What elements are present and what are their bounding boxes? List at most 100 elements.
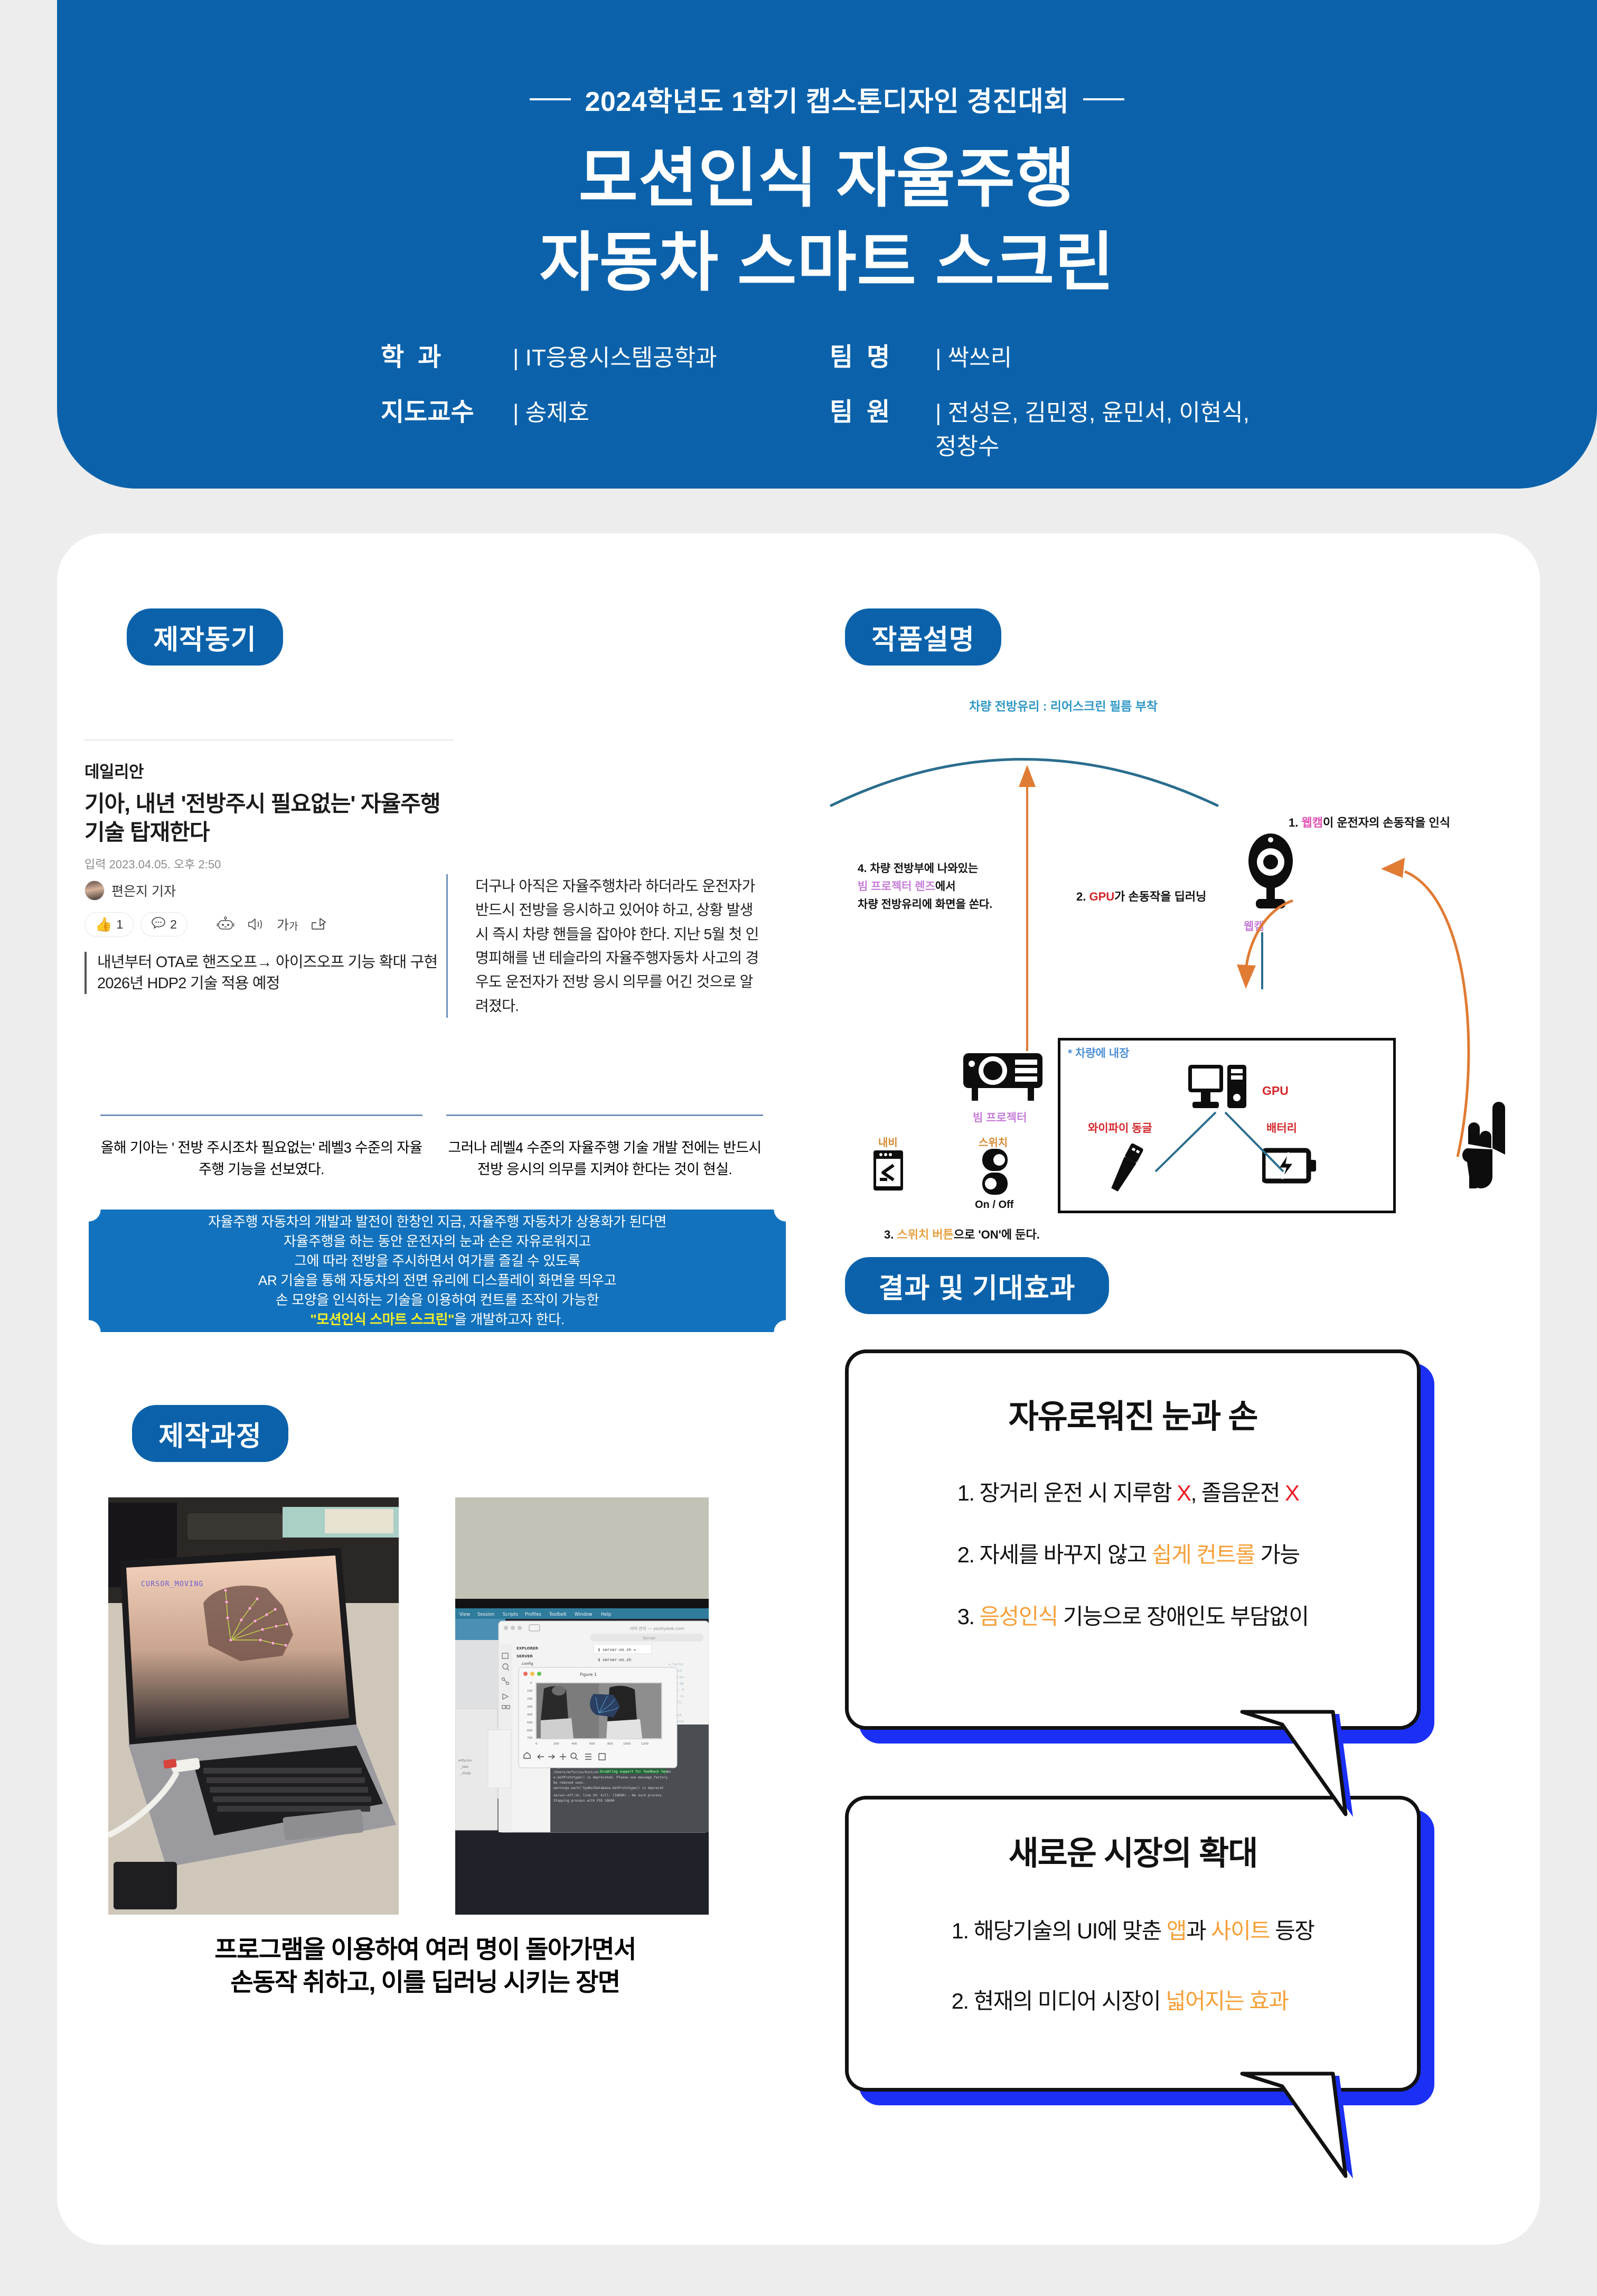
toggle-switch-icon: [978, 1147, 1012, 1198]
bubble-2-item-2-a: 현재의 미디어 시장이: [973, 1989, 1166, 2013]
svg-text:600: 600: [527, 1729, 533, 1732]
svg-text:500: 500: [527, 1721, 533, 1725]
diagram-step4-line1: 4. 차량 전방부에 나와있는: [858, 863, 979, 875]
svg-text:.config: .config: [521, 1662, 533, 1666]
bubble-1-item-1-mark: X: [1177, 1480, 1191, 1505]
share-icon[interactable]: [311, 917, 327, 932]
result-bubble-eyes-hands: 자유로워진 눈과 손 1. 장거리 운전 시 지루함 X, 졸음운전 X 2. …: [845, 1350, 1434, 1817]
diagram-step2-num: 2.: [1076, 890, 1086, 903]
beam-projector-icon: [960, 1047, 1050, 1108]
svg-text:800: 800: [607, 1742, 613, 1746]
bubble-1-title: 자유로워진 눈과 손: [1008, 1399, 1258, 1435]
news-timestamp: 입력 2023.04.05. 오후 2:50: [84, 857, 221, 871]
eyebrow-text: 2024학년도 1학기 캡스톤디자인 경진대회: [585, 87, 1069, 117]
svg-text:warnings.warn('SymbolDatabase.: warnings.warn('SymbolDatabase.GetPrototy…: [553, 1786, 664, 1790]
avatar: [84, 880, 105, 901]
eyebrow-rule-right: [1083, 98, 1124, 100]
title-line-2: 자동차 스마트 스크린: [539, 226, 1115, 298]
section-pill-description: 작품설명: [845, 608, 1001, 666]
svg-text:Profiles: Profiles: [525, 1612, 541, 1617]
process-photo-laptop: CURSOR_MOVING: [108, 1497, 399, 1915]
poster-title: 모션인식 자율주행 자동차 스마트 스크린: [57, 137, 1597, 304]
speaker-icon[interactable]: [247, 917, 264, 932]
process-caption-line-1: 프로그램을 이용하여 여러 명이 돌아가면서: [214, 1935, 636, 1963]
svg-text:400: 400: [571, 1742, 577, 1746]
bubble-1-item-3-hl: 음성인식: [979, 1604, 1059, 1629]
diagram-step2-text: 2. GPU가 손동작을 딥러닝: [1076, 887, 1206, 904]
bubble-2-item-1-b: 과: [1186, 1918, 1211, 1943]
comment-button[interactable]: 2: [140, 912, 187, 936]
bubble-1-item-1-num: 1.: [957, 1480, 980, 1505]
motivation-bottom-left: 올해 기아는 ' 전방 주시조차 필요없는' 레벨3 수준의 자율주행 기능을 …: [100, 1114, 422, 1180]
navigation-device-icon: [872, 1149, 904, 1194]
svg-text:_labs: _labs: [460, 1765, 468, 1769]
like-count: 1: [116, 917, 124, 931]
banner-product-name: "모션인식 스마트 스크린": [310, 1311, 455, 1327]
svg-text:$ server-on.sh ✕: $ server-on.sh ✕: [598, 1647, 636, 1652]
bubble-2-item-2-hl: 넓어지는 효과: [1166, 1989, 1289, 2013]
bubble-1-item-1: 1. 장거리 운전 시 지루함 X, 졸음운전 X: [957, 1475, 1309, 1507]
svg-text:1200: 1200: [641, 1742, 649, 1746]
svg-text:400: 400: [527, 1713, 533, 1717]
bubble-1-item-3: 3. 음성인식 기능으로 장애인도 부담없이: [957, 1599, 1309, 1631]
diagram-step4-line2: 빔 프로젝터 렌즈에서: [858, 880, 956, 893]
news-summary-quote: 내년부터 OTA로 핸즈오프→ 아이즈오프 기능 확대 구현 2026년 HDP…: [84, 951, 454, 994]
bubble-2-content: 새로운 시장의 확대 1. 해당기술의 UI에 맞춘 앱과 사이트 등장 2. …: [845, 1796, 1421, 2092]
poster-header: 2024학년도 1학기 캡스톤디자인 경진대회 모션인식 자율주행 자동차 스마…: [57, 0, 1597, 489]
banner-line-2: 자율주행을 하는 동안 운전자의 눈과 손은 자유로워지고: [284, 1233, 591, 1250]
diagram-step1-num: 1.: [1289, 816, 1299, 829]
banner-line-5: 손 모양을 인식하는 기술을 이용하여 컨트롤 조작이 가능한: [275, 1291, 599, 1308]
news-author-name: 편은지 기자: [111, 884, 176, 899]
news-author-row: 편은지 기자: [84, 880, 454, 901]
bubble-2-item-1-a: 해당기술의 UI에 맞춘: [973, 1918, 1167, 1943]
robot-icon[interactable]: [217, 916, 234, 932]
svg-text:server-eff.sh: line 39: kill:: server-eff.sh: line 39: kill: (18690) - …: [553, 1794, 662, 1797]
news-clipping: 데일리안 기아, 내년 '전방주시 필요없는' 자율주행 기술 탑재한다 입력 …: [84, 739, 454, 994]
diagram-step3-rest: 으로 'ON'에 둔다.: [953, 1228, 1040, 1241]
news-brand: 데일리안: [84, 763, 144, 781]
bubble-1-item-1-a: 장거리 운전 시 지루함: [979, 1480, 1177, 1505]
news-quote-line-2: 2026년 HDP2 기술 적용 예정: [97, 974, 280, 992]
svg-text:View: View: [459, 1612, 470, 1617]
meta-value-members: 전성은, 김민정, 윤민서, 이현식, 정창수: [935, 391, 1273, 461]
bubble-2-item-2-num: 2.: [951, 1989, 974, 2013]
svg-text:0: 0: [530, 1682, 532, 1685]
font-size-icon[interactable]: 가가: [277, 915, 298, 934]
diagram-label-switch-onoff: On / Off: [975, 1199, 1014, 1211]
bubble-2-item-1-hl2: 사이트: [1211, 1918, 1271, 1943]
svg-text:$ server-on.sh: $ server-on.sh: [598, 1657, 631, 1662]
svg-text:Help: Help: [601, 1612, 611, 1617]
bubble-1-item-1-mark2: X: [1284, 1480, 1300, 1505]
svg-text:be removed soon.: be removed soon.: [553, 1781, 585, 1785]
svg-text:CURSOR_MOVING: CURSOR_MOVING: [141, 1580, 204, 1588]
svg-text:Session: Session: [477, 1612, 494, 1617]
svg-text:SERVER: SERVER: [516, 1654, 533, 1658]
header-meta: 학과 IT응용시스템공학과 팀명 싹쓰리 지도교수 송제호 팀원 전성은, 김민…: [381, 336, 1273, 461]
bubble-2-list: 1. 해당기술의 UI에 맞춘 앱과 사이트 등장 2. 현재의 미디어 시장이…: [951, 1913, 1315, 2016]
diagram-step3-num: 3.: [884, 1228, 894, 1241]
svg-text:Stopping process with PID 1869: Stopping process with PID 18690: [553, 1799, 615, 1803]
header-eyebrow: 2024학년도 1학기 캡스톤디자인 경진대회: [57, 79, 1597, 119]
diagram-label-gpu: GPU: [1262, 1084, 1289, 1098]
bubble-1-item-2: 2. 자세를 바꾸지 않고 쉽게 컨트롤 가능: [957, 1537, 1309, 1569]
like-button[interactable]: 👍 1: [84, 912, 134, 937]
diagram-step3-text: 3. 스위치 버튼으로 'ON'에 둔다.: [884, 1225, 1040, 1242]
svg-text:Window: Window: [575, 1612, 593, 1617]
svg-text:300: 300: [527, 1705, 533, 1709]
bubble-1-item-2-a: 자세를 바꾸지 않고: [979, 1542, 1152, 1567]
motivation-bottom-right: 그러나 레벨4 수준의 자율주행 기술 개발 전에는 반드시 전방 응시의 의무…: [446, 1114, 763, 1180]
bubble-1-item-2-num: 2.: [957, 1542, 980, 1567]
bubble-2-item-1: 1. 해당기술의 UI에 맞춘 앱과 사이트 등장: [952, 1913, 1315, 1945]
section-pill-motivation: 제작동기: [127, 608, 283, 666]
banner-line-1: 자율주행 자동차의 개발과 발전이 한창인 지금, 자율주행 자동차가 상용화가…: [208, 1214, 666, 1230]
svg-text:_study: _study: [460, 1772, 471, 1775]
projection-arrow-icon: [1019, 765, 1036, 1051]
diagram-embedded-note: * 차량에 내장: [1068, 1047, 1130, 1060]
bubble-1-item-3-b: 기능으로 장애인도 부담없이: [1057, 1604, 1309, 1629]
diagram-step4-text: 4. 차량 전방부에 나와있는 빔 프로젝터 렌즈에서 차량 전방유리에 화면을…: [858, 860, 992, 914]
pc-peripheral-connectors: [1154, 1111, 1284, 1173]
bubble-1-content: 자유로워진 눈과 손 1. 장거리 운전 시 지루함 X, 졸음운전 X 2. …: [845, 1350, 1421, 1730]
webcam-to-gpu-arrow-icon: [1237, 899, 1293, 989]
svg-text:600: 600: [589, 1742, 595, 1746]
svg-text:Figure 1: Figure 1: [580, 1672, 597, 1677]
